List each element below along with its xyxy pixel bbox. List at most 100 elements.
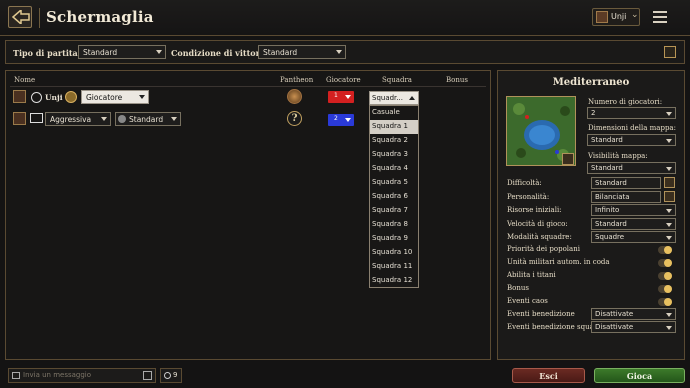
- ai-difficulty-value: Standard: [129, 115, 164, 124]
- globe-icon: [31, 92, 42, 103]
- speed-label: Velocità di gioco:: [507, 220, 568, 228]
- victory-select[interactable]: Standard: [258, 45, 346, 59]
- toggle-label-military: Unità militari autom. in coda: [507, 258, 610, 266]
- exit-button[interactable]: Esci: [512, 368, 585, 383]
- team-option[interactable]: Squadra 12: [370, 274, 418, 288]
- num-players-label: Numero di giocatori:: [588, 98, 663, 106]
- toggle-villagers[interactable]: [658, 246, 672, 254]
- team-mode-label: Modalità squadre:: [507, 233, 572, 241]
- blessing-team-value: Disattivate: [595, 323, 634, 331]
- speed-select[interactable]: Standard: [591, 218, 676, 230]
- personality-field: Bilanciata: [591, 191, 661, 203]
- difficulty-icon: [118, 115, 126, 123]
- difficulty-label: Difficoltà:: [507, 179, 542, 187]
- edit-personality-icon[interactable]: [664, 191, 675, 202]
- team-option[interactable]: Squadra 6: [370, 190, 418, 204]
- map-title: Mediterraneo: [552, 77, 630, 88]
- team-option[interactable]: Squadra 8: [370, 218, 418, 232]
- ai-color-number: 2: [334, 115, 338, 122]
- top-header: Schermaglia Unji ⌄: [0, 0, 690, 36]
- online-players-button[interactable]: 9: [160, 368, 182, 383]
- map-settings-panel: Mediterraneo Numero di giocatori: 2 Dime…: [497, 70, 685, 360]
- team-option[interactable]: Squadra 2: [370, 134, 418, 148]
- player-type-select[interactable]: Giocatore: [81, 90, 149, 104]
- ai-color-select[interactable]: 2: [328, 114, 354, 126]
- resources-value: Infinito: [595, 206, 620, 214]
- blessing-select[interactable]: Disattivate: [591, 308, 676, 320]
- personality-value: Bilanciata: [595, 193, 630, 201]
- toggle-bonus[interactable]: [658, 285, 672, 293]
- people-icon: [164, 372, 171, 379]
- resources-label: Risorse iniziali:: [507, 206, 562, 214]
- toggle-military[interactable]: [658, 259, 672, 267]
- player-name: Unji: [45, 93, 63, 102]
- player-avatar: [13, 90, 26, 103]
- num-players-value: 2: [591, 109, 596, 117]
- team-option[interactable]: Squadra 3: [370, 148, 418, 162]
- map-size-value: Standard: [591, 136, 623, 144]
- visibility-select[interactable]: Standard: [587, 162, 676, 174]
- chevron-down-icon: ⌄: [631, 10, 639, 20]
- toggle-chaos[interactable]: [658, 298, 672, 306]
- chat-input[interactable]: Invia un messaggio: [8, 368, 156, 383]
- victory-value: Standard: [263, 48, 298, 57]
- num-players-select[interactable]: 2: [587, 107, 676, 119]
- toggle-label-bonus: Bonus: [507, 284, 529, 292]
- resources-select[interactable]: Infinito: [591, 204, 676, 216]
- team-option[interactable]: Squadra 1: [370, 120, 418, 134]
- game-type-label: Tipo di partita:: [13, 48, 81, 58]
- team-option[interactable]: Casuale: [370, 106, 418, 120]
- col-name: Nome: [14, 76, 36, 84]
- back-arrow-icon: [12, 10, 30, 24]
- user-menu[interactable]: Unji ⌄: [592, 8, 640, 26]
- team-option[interactable]: Squadra 9: [370, 232, 418, 246]
- map-size-label: Dimensioni della mappa:: [588, 124, 676, 132]
- team-option[interactable]: Squadra 4: [370, 162, 418, 176]
- header-divider: [10, 86, 486, 87]
- map-size-select[interactable]: Standard: [587, 134, 676, 146]
- visibility-value: Standard: [591, 164, 623, 172]
- team-option[interactable]: Squadra 7: [370, 204, 418, 218]
- team-mode-select[interactable]: Squadre: [591, 231, 676, 243]
- blessing-team-label: Eventi benedizione squa...: [507, 323, 601, 331]
- pantheon-icon[interactable]: [287, 89, 302, 104]
- toggle-titans[interactable]: [658, 272, 672, 280]
- ai-difficulty-select[interactable]: Standard: [115, 112, 181, 126]
- visibility-label: Visibilità mappa:: [588, 152, 648, 160]
- user-avatar: [596, 11, 608, 23]
- toggle-label-chaos: Eventi caos: [507, 297, 548, 305]
- edit-map-icon[interactable]: [562, 153, 574, 165]
- edit-difficulty-icon[interactable]: [664, 177, 675, 188]
- ai-personality-select[interactable]: Aggressiva: [45, 112, 111, 126]
- toggle-label-titans: Abilita i titani: [507, 271, 556, 279]
- blessing-value: Disattivate: [595, 310, 634, 318]
- compose-icon[interactable]: [143, 371, 152, 380]
- player-color-select[interactable]: 1: [328, 91, 354, 103]
- team-select[interactable]: Squadr...: [369, 91, 419, 105]
- blessing-label: Eventi benedizione: [507, 310, 575, 318]
- ai-avatar: [13, 112, 26, 125]
- random-pantheon-icon[interactable]: ?: [287, 111, 302, 126]
- col-team: Squadra: [382, 76, 412, 84]
- team-dropdown-list: Casuale Squadra 1 Squadra 2 Squadra 3 Squadr…: [369, 105, 419, 288]
- share-icon[interactable]: [664, 46, 676, 58]
- settings-bar: Tipo di partita: Standard Condizione di …: [5, 40, 685, 64]
- chat-icon: [12, 372, 20, 379]
- blessing-team-select[interactable]: Disattivate: [591, 321, 676, 333]
- col-pantheon: Pantheon: [280, 76, 314, 84]
- speed-value: Standard: [595, 220, 627, 228]
- menu-icon[interactable]: [653, 11, 667, 23]
- back-button[interactable]: [8, 6, 32, 28]
- difficulty-value: Standard: [595, 179, 627, 187]
- team-option[interactable]: Squadra 11: [370, 260, 418, 274]
- players-count: 9: [173, 371, 178, 379]
- user-name: Unji: [611, 12, 627, 21]
- player-type-icon: [65, 91, 77, 103]
- play-button[interactable]: Gioca: [594, 368, 685, 383]
- game-type-select[interactable]: Standard: [78, 45, 166, 59]
- team-value: Squadr...: [372, 94, 403, 102]
- team-option[interactable]: Squadra 10: [370, 246, 418, 260]
- personality-label: Personalità:: [507, 193, 550, 201]
- team-option[interactable]: Squadra 5: [370, 176, 418, 190]
- chat-placeholder: Invia un messaggio: [23, 371, 92, 379]
